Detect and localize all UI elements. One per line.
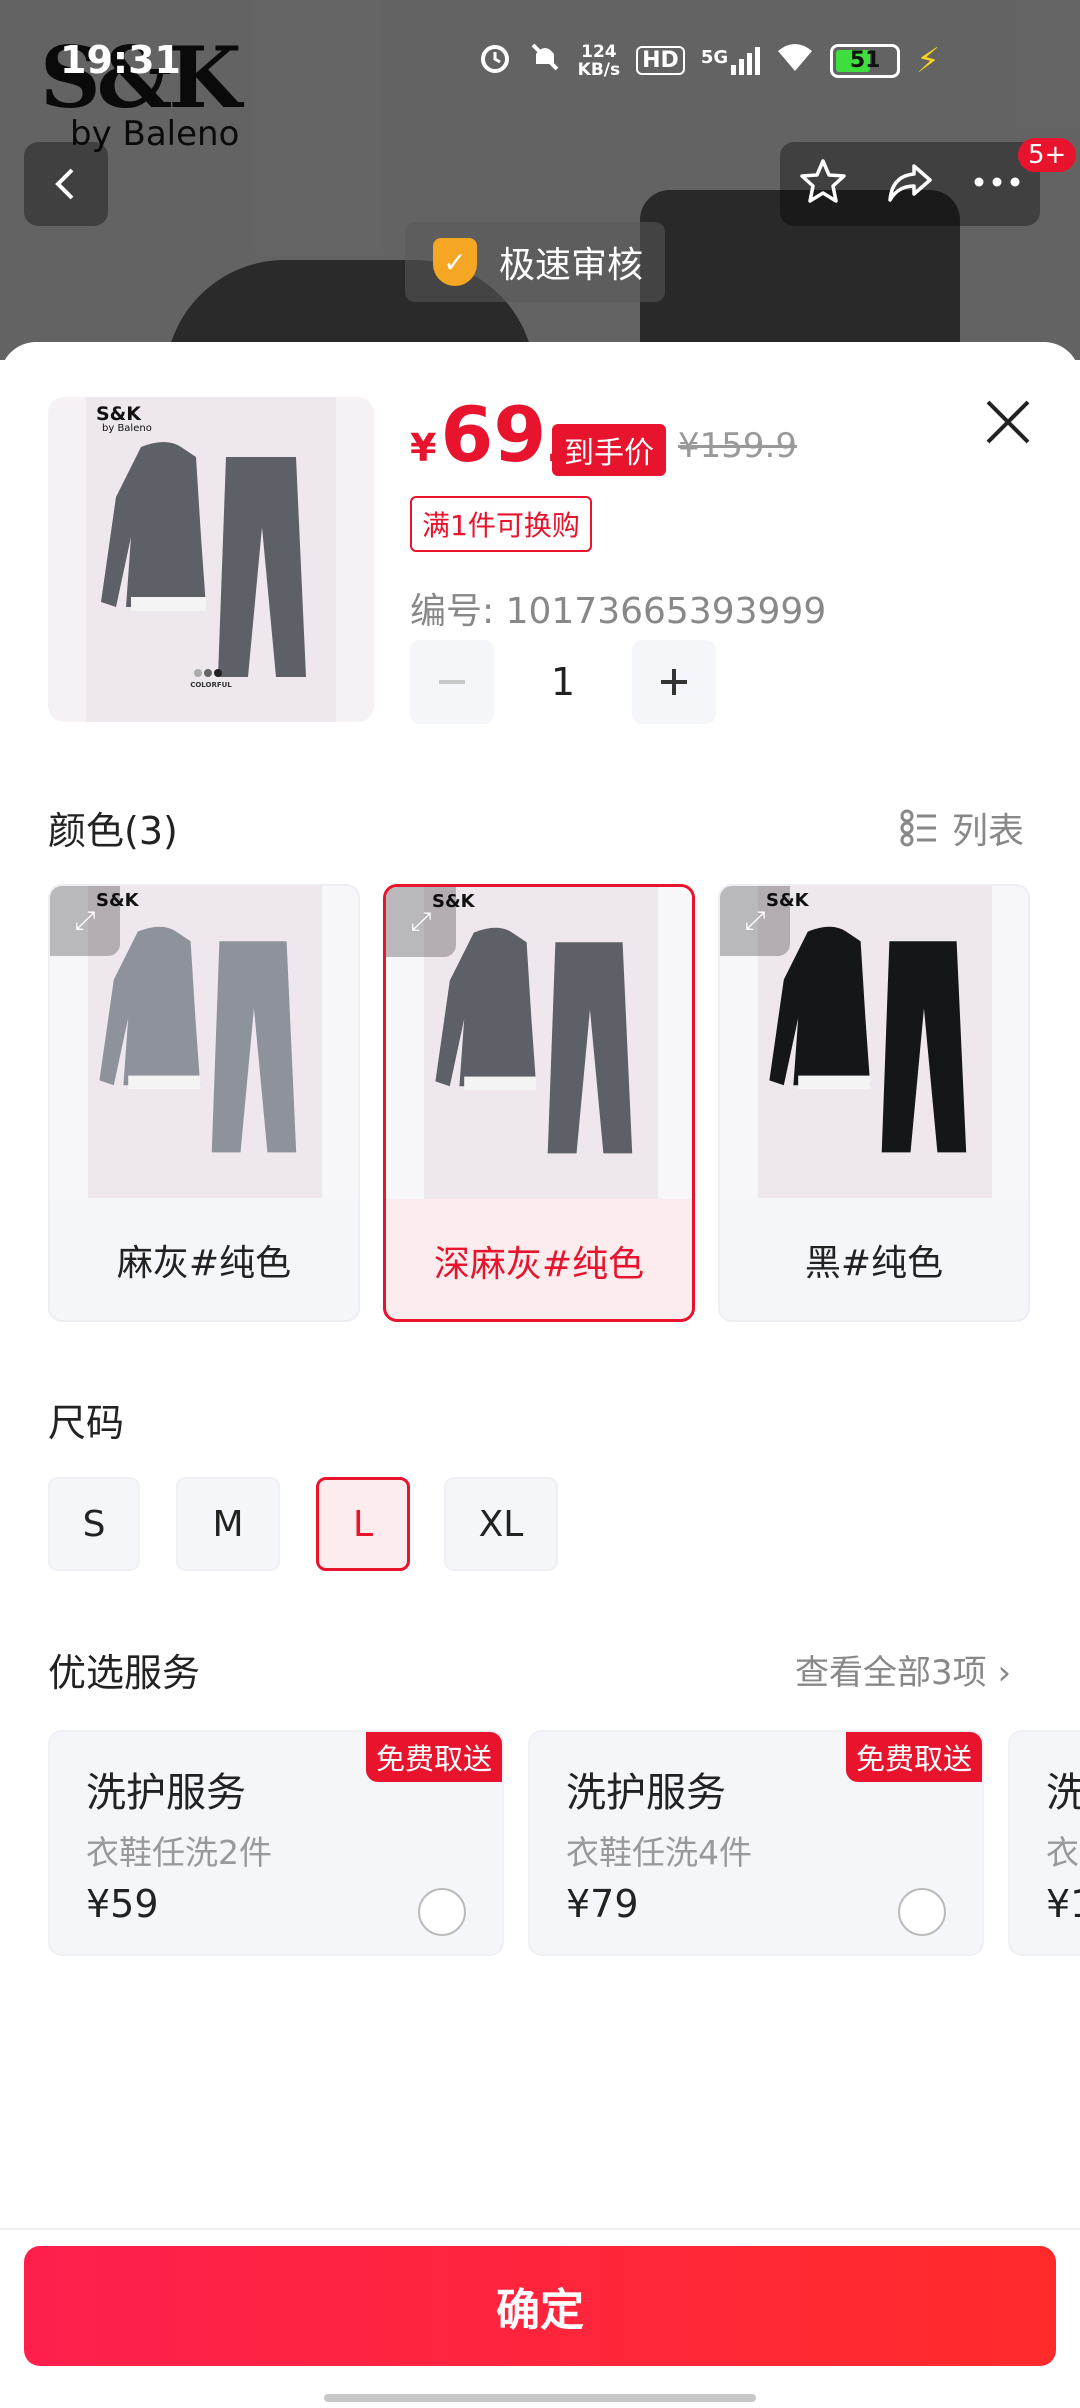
thumbnail-brand: S&K: [96, 403, 141, 425]
fast-review-label: 极速审核: [499, 245, 644, 286]
network-speed: 124 KB/s: [578, 43, 620, 79]
service-price: ¥79: [566, 1882, 639, 1926]
more-icon[interactable]: [971, 172, 1023, 196]
size-section-title: 尺码: [48, 1401, 125, 1445]
expand-icon[interactable]: ⤢: [386, 887, 456, 957]
status-bar: 19:31 124 KB/s HD 5G 51 ⚡: [0, 30, 1080, 94]
status-icons: 124 KB/s HD 5G 51 ⚡: [478, 40, 940, 81]
expand-icon[interactable]: ⤢: [50, 886, 120, 956]
quantity-stepper: 1: [410, 640, 716, 724]
hd-icon: HD: [636, 46, 685, 75]
size-option-xl[interactable]: XL: [444, 1477, 558, 1571]
chevron-left-icon: [55, 168, 74, 200]
outfit-illustration: [435, 927, 633, 1154]
price-integer: 69: [440, 390, 547, 479]
sku-selection-sheet: S&K by Baleno COLORFUL ¥ 69 .9 到手价 ¥159.…: [0, 342, 1080, 2408]
signal-label: 5G: [700, 46, 729, 68]
thumbnail-swatches: [194, 669, 222, 677]
color-option-label: 麻灰#纯色: [116, 1243, 292, 1284]
original-price: ¥159.9: [678, 426, 797, 466]
minus-icon: [439, 680, 465, 684]
color-option-label: 黑#纯色: [804, 1243, 944, 1284]
alarm-icon: [478, 40, 512, 81]
signal-icon: 5G: [700, 46, 761, 75]
service-title: 洗: [1046, 1760, 1080, 1818]
color-option-image: S&K ⤢: [386, 887, 692, 1199]
back-button[interactable]: [24, 142, 108, 226]
thumbnail-caption: COLORFUL: [190, 681, 232, 689]
free-pickup-badge: 免费取送: [845, 1732, 982, 1782]
list-view-toggle[interactable]: 列表: [900, 802, 1024, 854]
service-card-partial[interactable]: 洗 衣 ¥1: [1008, 1730, 1080, 1956]
service-card[interactable]: 免费取送 洗护服务 衣鞋任洗2件 ¥59: [48, 1730, 504, 1956]
promo-tag: 满1件可换购: [410, 496, 592, 552]
outfit-illustration: [101, 442, 306, 677]
color-option-image: S&K ⤢: [50, 886, 358, 1198]
color-option-hei[interactable]: S&K ⤢ 黑#纯色: [718, 884, 1030, 1322]
network-speed-unit: KB/s: [577, 59, 621, 80]
close-button[interactable]: [980, 394, 1036, 450]
service-title: 洗护服务: [86, 1770, 246, 1816]
status-time: 19:31: [60, 38, 181, 82]
footer-divider: [0, 2228, 1080, 2230]
service-subtitle: 衣鞋任洗2件: [86, 1833, 272, 1872]
expand-icon[interactable]: ⤢: [720, 886, 790, 956]
service-radio[interactable]: [418, 1888, 466, 1936]
network-speed-value: 124: [581, 41, 617, 62]
increase-quantity-button[interactable]: [632, 640, 716, 724]
outfit-illustration: [99, 926, 297, 1153]
share-icon[interactable]: [884, 156, 936, 212]
color-section-title: 颜色(3): [48, 809, 178, 853]
final-price-tag: 到手价: [552, 424, 666, 476]
size-option-m[interactable]: M: [176, 1477, 280, 1571]
view-all-services-link[interactable]: 查看全部3项 ›: [795, 1645, 1011, 1694]
battery-level: 51: [849, 47, 881, 73]
service-radio[interactable]: [898, 1888, 946, 1936]
color-option-mahui[interactable]: S&K ⤢ 麻灰#纯色: [48, 884, 360, 1322]
list-view-label: 列表: [952, 811, 1025, 852]
close-icon: [986, 400, 1030, 444]
list-icon: [900, 809, 936, 847]
home-indicator[interactable]: [324, 2394, 756, 2402]
outfit-illustration: [769, 926, 967, 1153]
sku-number: 编号: 10173665393999: [410, 591, 827, 632]
size-option-s[interactable]: S: [48, 1477, 140, 1571]
service-title: 洗护服务: [566, 1770, 726, 1816]
service-price: ¥1: [1046, 1882, 1080, 1926]
thumbnail-brand-sub: by Baleno: [102, 423, 152, 434]
color-option-shenmahui[interactable]: S&K ⤢ 深麻灰#纯色: [383, 884, 695, 1322]
confirm-button[interactable]: 确定: [24, 2246, 1056, 2366]
mute-icon: [528, 40, 562, 81]
shield-check-icon: ✓: [433, 238, 477, 286]
service-subtitle: 衣: [1046, 1833, 1079, 1872]
battery-icon: 51: [830, 43, 901, 78]
charging-icon: ⚡: [916, 40, 940, 81]
color-option-image: S&K ⤢: [720, 886, 1028, 1198]
fast-review-badge: ✓ 极速审核: [405, 222, 665, 302]
wifi-icon: [776, 41, 814, 80]
quantity-value[interactable]: 1: [494, 660, 632, 704]
decrease-quantity-button[interactable]: [410, 640, 494, 724]
service-subtitle: 衣鞋任洗4件: [566, 1833, 752, 1872]
color-option-label: 深麻灰#纯色: [433, 1244, 645, 1285]
top-actions: [780, 142, 1040, 226]
price-currency: ¥: [410, 426, 437, 470]
service-price: ¥59: [86, 1882, 159, 1926]
free-pickup-badge: 免费取送: [365, 1732, 502, 1782]
product-thumbnail[interactable]: S&K by Baleno COLORFUL: [48, 397, 374, 722]
notification-badge: 5+: [1018, 138, 1077, 172]
service-card[interactable]: 免费取送 洗护服务 衣鞋任洗4件 ¥79: [528, 1730, 984, 1956]
services-section-title: 优选服务: [48, 1651, 201, 1695]
favorite-star-icon[interactable]: [797, 156, 849, 212]
size-option-l[interactable]: L: [316, 1477, 410, 1571]
plus-icon: [661, 669, 687, 695]
